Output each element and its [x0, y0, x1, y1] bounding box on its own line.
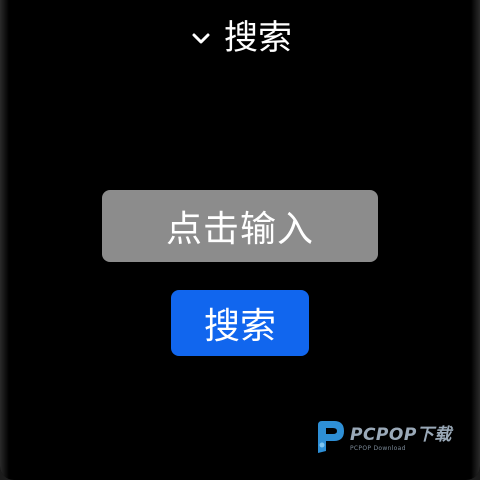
search-button[interactable]: 搜索 — [171, 290, 309, 356]
watermark: PCPOP下载 PCPOP Download — [314, 420, 466, 458]
screen-edge-right — [471, 0, 480, 480]
watch-screen: 搜索 点击输入 搜索 PCPOP下载 PCPOP Download — [0, 0, 480, 480]
watermark-brand: PCPOP下载 — [350, 425, 452, 445]
search-button-label: 搜索 — [203, 306, 276, 347]
page-title: 搜索 — [224, 18, 292, 58]
watermark-subtitle: PCPOP Download — [350, 445, 406, 452]
page-header[interactable]: 搜索 — [0, 8, 480, 68]
chevron-down-icon[interactable] — [188, 25, 214, 51]
screen-edge-left — [0, 0, 9, 480]
search-input[interactable]: 点击输入 — [102, 190, 378, 262]
search-input-placeholder: 点击输入 — [165, 209, 314, 250]
pcpop-logo-icon — [314, 419, 346, 460]
